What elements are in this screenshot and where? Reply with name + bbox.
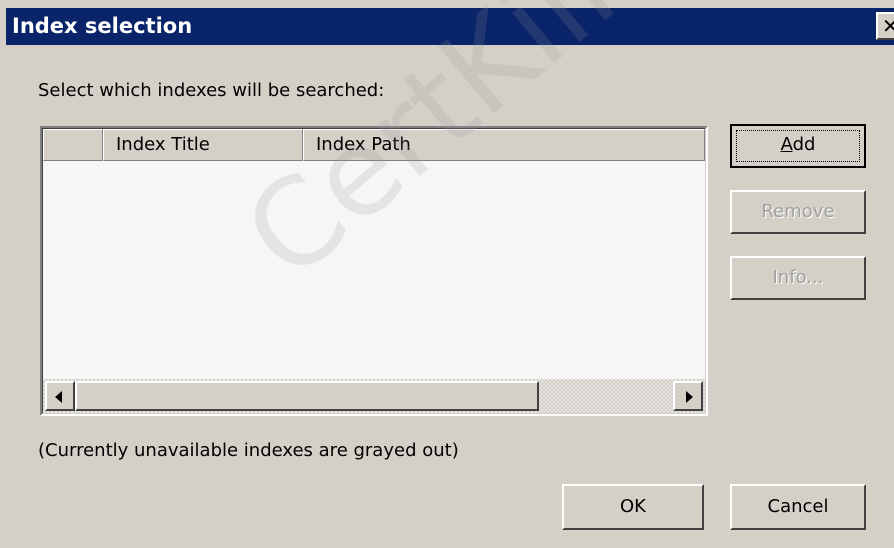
index-selection-dialog: Index selection ✕ Select which indexes w… [0, 0, 894, 548]
remove-button[interactable]: Remove [730, 190, 866, 234]
cancel-button-label: Cancel [767, 496, 829, 517]
close-icon: ✕ [882, 14, 894, 38]
focus-rectangle [736, 130, 860, 162]
column-header-check[interactable] [43, 129, 103, 161]
window-title: Index selection [12, 14, 193, 38]
column-header-index-path[interactable]: Index Path [303, 129, 705, 161]
horizontal-scrollbar[interactable] [43, 379, 705, 413]
scroll-thumb[interactable] [75, 381, 539, 411]
title-bar[interactable]: Index selection [6, 8, 894, 45]
list-header: Index Title Index Path [43, 129, 705, 161]
remove-button-label: Remove [761, 201, 835, 222]
prompt-label: Select which indexes will be searched: [38, 80, 385, 101]
info-button-label: Info... [772, 267, 824, 288]
add-button[interactable]: Add [730, 124, 866, 168]
info-button[interactable]: Info... [730, 256, 866, 300]
unavailable-note: (Currently unavailable indexes are graye… [38, 440, 459, 461]
arrow-right-icon [686, 391, 693, 403]
cancel-button[interactable]: Cancel [730, 484, 866, 530]
column-header-index-title[interactable]: Index Title [103, 129, 303, 161]
scroll-left-button[interactable] [45, 381, 75, 411]
list-body[interactable] [43, 161, 705, 379]
index-list[interactable]: Index Title Index Path [40, 126, 708, 416]
ok-button-label: OK [620, 496, 646, 517]
scroll-right-button[interactable] [673, 381, 703, 411]
ok-button[interactable]: OK [562, 484, 704, 530]
close-button[interactable]: ✕ [876, 12, 894, 40]
arrow-left-icon [55, 391, 62, 403]
